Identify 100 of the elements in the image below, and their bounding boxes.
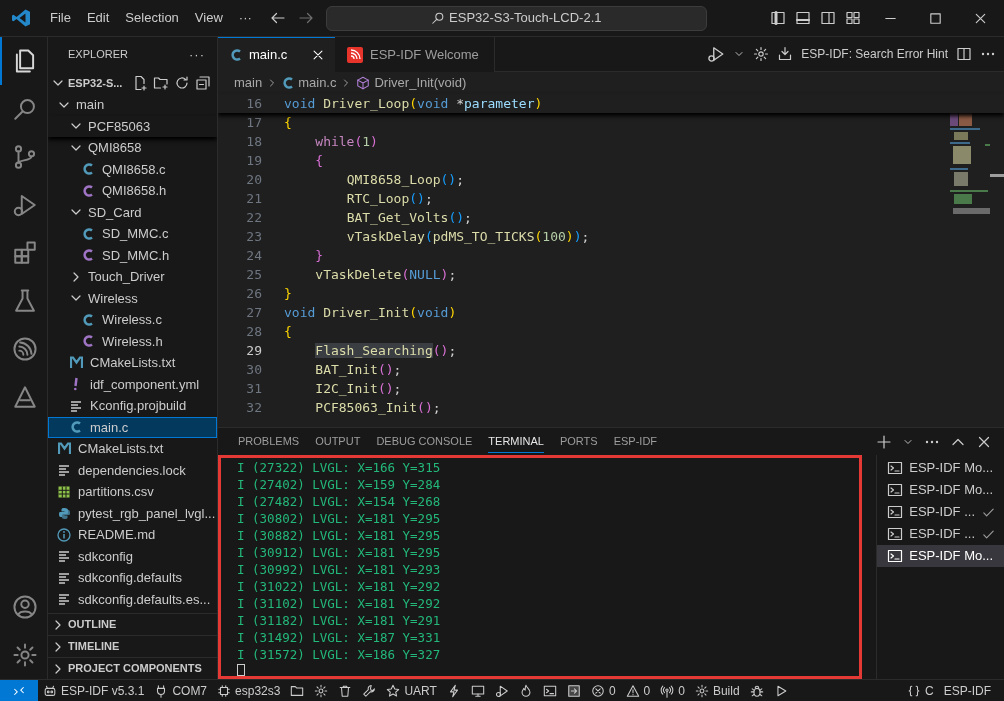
session-list-item[interactable]: ESP-IDF ... — [877, 501, 1004, 523]
text-lines-icon — [58, 550, 70, 563]
python-icon — [57, 506, 71, 520]
session-list-item[interactable]: ESP-IDF Mo... — [877, 479, 1004, 501]
collapse-all-icon[interactable] — [195, 75, 211, 91]
code-line: vTaskDelay(pdMS_TO_TICKS(100)); — [345, 227, 590, 246]
tree-item[interactable]: idf_component.yml — [48, 373, 217, 395]
breadcrumb-item[interactable]: Driver_Init(void) — [356, 73, 467, 93]
tree-item[interactable]: QMI8658.c — [48, 158, 217, 180]
tree-item[interactable]: Wireless.c — [48, 309, 217, 331]
line-number: 16 — [245, 94, 263, 113]
panel-tab[interactable]: PORTS — [559, 430, 598, 453]
panel-tab[interactable]: ESP-IDF — [613, 430, 658, 453]
tree-item[interactable]: Kconfig.projbuild — [48, 395, 217, 417]
plus-icon[interactable] — [876, 433, 892, 450]
folder-tree-item[interactable]: PCF85063 — [48, 115, 217, 137]
toggle-secondary-sidebar-icon[interactable] — [820, 10, 836, 26]
tree-item[interactable]: SD_MMC.h — [48, 244, 217, 266]
session-list-item[interactable]: ESP-IDF ... — [877, 523, 1004, 545]
tool-triangle-icon — [11, 384, 38, 410]
app-logo-icon[interactable] — [11, 8, 31, 28]
tree-item[interactable]: pytest_rgb_panel_lvgl... — [48, 502, 217, 524]
tree-item[interactable]: README.md — [48, 524, 217, 546]
status-item[interactable]: ESP-IDF v5.3.1 — [38, 679, 150, 701]
new-file-icon[interactable] — [132, 75, 148, 91]
run-debug-icon[interactable] — [707, 45, 726, 63]
bug-icon[interactable] — [749, 683, 764, 698]
monitor-icon[interactable] — [470, 683, 485, 698]
refresh-icon[interactable] — [174, 75, 190, 91]
tree-item[interactable]: main.c — [48, 416, 217, 438]
folder-icon[interactable] — [290, 683, 305, 698]
editor-tab[interactable]: main.c — [218, 37, 335, 72]
panel-tab[interactable]: DEBUG CONSOLE — [376, 430, 473, 453]
wrench-icon[interactable] — [362, 683, 377, 698]
code-line: BAT_Init(); — [314, 360, 402, 379]
folder-tree-item[interactable]: Touch_Driver — [48, 266, 217, 288]
close-icon[interactable] — [311, 48, 325, 62]
terminal-icon — [887, 548, 904, 564]
folder-tree-item[interactable]: QMI8658 — [48, 137, 217, 159]
panel-tab[interactable]: OUTPUT — [315, 430, 361, 453]
panel-tab[interactable]: TERMINAL — [488, 430, 544, 453]
editor-tab[interactable]: ESP-IDF Welcome — [335, 37, 495, 72]
status-item[interactable]: Build — [689, 679, 745, 701]
status-item[interactable]: C — [902, 679, 939, 701]
folder-tree-item[interactable]: Wireless — [48, 287, 217, 309]
remote-button[interactable] — [0, 679, 38, 701]
status-item[interactable]: COM7 — [149, 679, 213, 701]
tree-item[interactable]: sdkconfig.defaults — [48, 567, 217, 589]
split-editor-icon[interactable] — [956, 46, 972, 62]
breadcrumb-item[interactable]: main — [234, 73, 263, 93]
status-item[interactable]: UART — [381, 679, 442, 701]
breadcrumb-item[interactable]: main.c — [282, 73, 337, 93]
forward-arrow-icon[interactable] — [297, 10, 314, 26]
maximize-icon[interactable] — [928, 10, 943, 26]
menu-item[interactable]: View — [186, 8, 231, 28]
tree-item[interactable]: CMakeLists.txt — [48, 352, 217, 374]
status-item[interactable]: 0 — [655, 679, 690, 701]
command-center-search[interactable]: ESP32-S3-Touch-LCD-2.1 — [325, 5, 707, 31]
trash-icon[interactable] — [338, 683, 353, 698]
tree-item[interactable]: dependencies.lock — [48, 459, 217, 481]
customize-layout-icon[interactable] — [845, 10, 861, 26]
menu-item[interactable]: ··· — [230, 8, 260, 28]
session-list-item[interactable]: ESP-IDF Mo... — [877, 545, 1004, 567]
tree-item[interactable]: partitions.csv — [48, 481, 217, 503]
search-error-hint-button[interactable]: ESP-IDF: Search Error Hint — [801, 45, 948, 63]
status-item[interactable]: 0 — [585, 679, 621, 701]
panel-tab[interactable]: PROBLEMS — [238, 430, 300, 453]
terminal-icon — [887, 482, 904, 498]
flame-icon[interactable] — [518, 683, 533, 698]
tree-item[interactable]: QMI8658.h — [48, 180, 217, 202]
folder-tree-item[interactable]: SD_Card — [48, 201, 217, 223]
download-box-icon[interactable] — [777, 46, 794, 62]
run-debug-icon[interactable] — [494, 683, 509, 698]
toggle-panel-icon[interactable] — [795, 10, 811, 26]
new-folder-icon[interactable] — [153, 75, 169, 91]
status-item[interactable]: 0 — [620, 679, 656, 701]
more-button[interactable]: ··· — [189, 44, 205, 65]
terminal-cursor — [237, 664, 245, 676]
tree-item[interactable]: SD_MMC.c — [48, 223, 217, 245]
workspace-folder[interactable]: ESP32-S... — [50, 74, 123, 92]
status-item[interactable]: ESP-IDF — [938, 679, 996, 701]
folder-tree-item[interactable]: main — [48, 94, 217, 116]
back-arrow-icon[interactable] — [269, 10, 286, 26]
section-header[interactable]: OUTLINE — [48, 613, 217, 635]
tree-item[interactable]: sdkconfig — [48, 545, 217, 567]
gear-icon[interactable] — [314, 683, 329, 698]
scrollbar-thumb[interactable] — [990, 174, 1004, 177]
session-list-item[interactable]: ESP-IDF Mo... — [877, 457, 1004, 479]
menu-item[interactable]: File — [42, 8, 79, 28]
terminal-icon[interactable] — [542, 683, 557, 698]
tree-item[interactable]: Wireless.h — [48, 330, 217, 352]
gear-icon[interactable] — [753, 46, 770, 62]
tree-item[interactable]: sdkconfig.defaults.es... — [48, 588, 217, 610]
error-icon — [590, 683, 605, 698]
menu-item[interactable]: Selection — [117, 8, 187, 28]
tree-item[interactable]: CMakeLists.txt — [48, 438, 217, 460]
toggle-sidebar-icon[interactable] — [770, 10, 786, 26]
menu-item[interactable]: Edit — [78, 8, 118, 28]
status-item[interactable]: esp32s3 — [212, 679, 286, 701]
section-header[interactable]: TIMELINE — [48, 635, 217, 657]
